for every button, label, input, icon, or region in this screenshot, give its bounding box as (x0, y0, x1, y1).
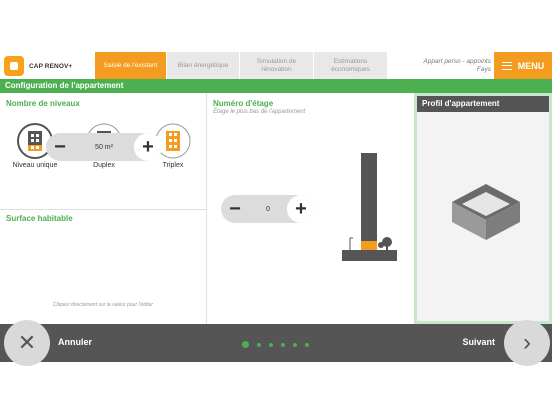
step-dot (281, 342, 285, 347)
etage-stepper: − 0 + (221, 195, 315, 223)
tab-estimations-economiques[interactable]: Estimations économiques (314, 52, 388, 79)
etage-subtitle: Étage le plus bas de l'appartement (213, 109, 306, 115)
next-label[interactable]: Suivant (462, 337, 495, 347)
etage-title: Numéro d'étage (213, 99, 274, 108)
surface-stepper: − 50 m² + (46, 133, 162, 161)
level-label-triplex: Triplex (162, 162, 184, 169)
surface-decrement-button[interactable]: − (46, 133, 74, 161)
project-name: Appart perso - appoints (423, 58, 491, 65)
step-dot (242, 341, 249, 348)
footer-bar: ✕ Annuler Suivant › (0, 320, 552, 366)
hamburger-icon (501, 61, 512, 70)
step-dot (269, 342, 273, 347)
tab-saisie-existant[interactable]: Saisie de l'existant (95, 52, 167, 79)
step-dot (257, 342, 261, 347)
surface-value[interactable]: 50 m² (95, 144, 113, 151)
profil-title: Profil d'appartement (417, 96, 549, 112)
left-panel: Nombre de niveaux Niveau unique Duplex T… (0, 93, 207, 324)
menu-button[interactable]: MENU (494, 52, 552, 79)
step-indicator (242, 341, 317, 348)
building-floor-illustration (342, 153, 397, 261)
user-name: Fays (476, 66, 491, 73)
surface-section: Surface habitable − 50 m² + Cliquez dire… (0, 133, 206, 324)
level-label-duplex: Duplex (93, 162, 115, 169)
tab-bilan-energetique[interactable]: Bilan énergétique (167, 52, 240, 79)
next-button[interactable]: › (504, 320, 550, 366)
profil-panel: Profil d'appartement (414, 93, 552, 324)
niveaux-title: Nombre de niveaux (6, 99, 80, 108)
step-dot (305, 342, 309, 347)
logo: CAP RENOV+ (4, 55, 72, 77)
step-dot (293, 342, 297, 347)
level-label-unique: Niveau unique (12, 162, 58, 169)
etage-decrement-button[interactable]: − (221, 195, 249, 223)
close-icon: ✕ (17, 330, 37, 355)
user-info: Appart perso - appoints Fays (423, 58, 491, 74)
etage-increment-button[interactable]: + (287, 195, 315, 223)
cancel-label[interactable]: Annuler (58, 337, 92, 347)
chevron-right-icon: › (523, 329, 531, 356)
surface-increment-button[interactable]: + (134, 133, 162, 161)
header: CAP RENOV+ Saisie de l'existant Bilan én… (0, 52, 552, 79)
logo-text: CAP RENOV+ (29, 62, 73, 70)
tab-bar: Saisie de l'existant Bilan énergétique S… (95, 52, 388, 79)
app-root: CAP RENOV+ Saisie de l'existant Bilan én… (0, 0, 552, 414)
surface-hint: Cliquez directement sur la valeur pour l… (52, 302, 154, 308)
logo-icon (4, 56, 24, 76)
page-title: Configuration de l'appartement (0, 79, 552, 93)
apartment-3d-icon (452, 184, 520, 240)
middle-panel: Numéro d'étage Étage le plus bas de l'ap… (207, 93, 414, 324)
menu-label: MENU (517, 60, 545, 71)
etage-value[interactable]: 0 (266, 206, 270, 213)
tab-simulation-renovation[interactable]: Simulation de rénovation (240, 52, 314, 79)
cancel-button[interactable]: ✕ (4, 320, 50, 366)
surface-title: Surface habitable (6, 214, 73, 223)
